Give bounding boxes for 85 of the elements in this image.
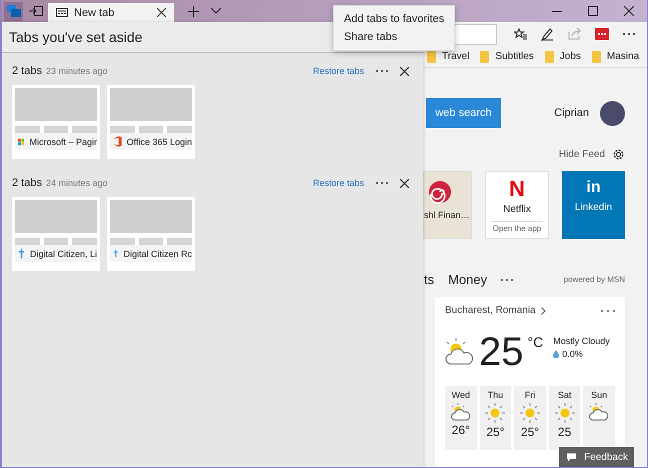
office-logo-icon bbox=[113, 136, 122, 147]
netflix-logo: N bbox=[509, 178, 525, 200]
tile-title: Netflix bbox=[503, 204, 531, 215]
day-temperature: 25 bbox=[558, 426, 572, 439]
favorite-folder[interactable]: Travel bbox=[427, 50, 470, 62]
tab-count: 2 tabs bbox=[12, 65, 42, 77]
temperature: 25 bbox=[479, 332, 524, 372]
new-tab-icon[interactable] bbox=[188, 6, 199, 16]
menu-item[interactable]: Share tabs bbox=[334, 28, 454, 46]
day-name: Sat bbox=[558, 390, 572, 400]
day-name: Fri bbox=[524, 390, 536, 400]
tab-thumbnail[interactable]: Digital Citizen Rc bbox=[107, 197, 195, 271]
tab-title: Digital Citizen Rc bbox=[123, 248, 192, 258]
cross-icon bbox=[18, 248, 25, 259]
sun-icon bbox=[485, 403, 506, 423]
tile-title: shl Finan… bbox=[424, 210, 470, 220]
close-tab-icon[interactable] bbox=[157, 8, 166, 17]
maximize-icon[interactable] bbox=[588, 6, 598, 16]
minimize-icon[interactable] bbox=[552, 10, 562, 12]
site-tile[interactable]: shl Finan… bbox=[423, 171, 472, 239]
tab-title: Digital Citizen, Li bbox=[30, 248, 97, 258]
time-ago: 24 minutes ago bbox=[46, 178, 108, 188]
windows-logo-icon bbox=[18, 136, 24, 146]
favorite-folder[interactable]: Subtitles bbox=[480, 50, 534, 62]
partly-cloudy-icon bbox=[589, 403, 610, 421]
comment-icon bbox=[567, 452, 576, 462]
folder-icon bbox=[592, 50, 601, 62]
browser-tab[interactable]: New tab bbox=[48, 3, 174, 22]
favorites-list-icon[interactable] bbox=[514, 28, 527, 40]
weather-condition: Mostly Cloudy bbox=[553, 336, 610, 346]
day-name: Thu bbox=[488, 390, 504, 400]
folder-icon bbox=[544, 50, 554, 62]
cross-icon bbox=[113, 248, 118, 259]
tab-thumbnail[interactable]: Digital Citizen, Li bbox=[12, 197, 100, 271]
menu-item[interactable]: Add tabs to favorites bbox=[334, 10, 454, 28]
raindrop-icon bbox=[553, 350, 560, 358]
web-search-button[interactable]: web search bbox=[426, 98, 501, 128]
chevron-icon[interactable] bbox=[211, 8, 221, 14]
tab-thumbnail[interactable]: Office 365 Login bbox=[107, 85, 195, 159]
user-name: Ciprian bbox=[554, 107, 589, 119]
close-icon[interactable] bbox=[400, 178, 409, 188]
avatar[interactable] bbox=[600, 100, 625, 126]
sun-icon bbox=[554, 403, 575, 423]
tab-count: 2 tabs bbox=[12, 177, 42, 189]
pen-icon[interactable] bbox=[541, 28, 554, 40]
chevron-right-icon[interactable] bbox=[540, 306, 546, 314]
tab-title: Office 365 Login bbox=[126, 136, 192, 146]
page-icon bbox=[56, 8, 68, 17]
site-tile[interactable]: N Netflix Open the app bbox=[485, 171, 549, 239]
panel-title: Tabs you've set aside bbox=[9, 29, 142, 45]
folder-icon bbox=[427, 50, 436, 62]
open-app-link[interactable]: Open the app bbox=[491, 221, 543, 233]
day-name: Sun bbox=[591, 390, 608, 400]
temperature-unit: °C bbox=[528, 334, 544, 350]
close-icon[interactable] bbox=[624, 6, 634, 16]
day-temperature: 26° bbox=[452, 424, 470, 437]
tab-title: New tab bbox=[74, 6, 116, 18]
favorite-folder[interactable]: Masina bbox=[592, 50, 640, 62]
restore-tabs-link[interactable]: Restore tabs bbox=[312, 178, 364, 188]
tile-title: Linkedin bbox=[574, 202, 612, 213]
feedback-button[interactable]: Feedback bbox=[559, 447, 634, 467]
partly-cloudy-icon bbox=[450, 403, 471, 421]
settings-icon[interactable] bbox=[612, 148, 625, 161]
tab-title: Microsoft – Pagir bbox=[29, 136, 97, 146]
extension-icon[interactable] bbox=[595, 28, 609, 40]
close-icon[interactable] bbox=[400, 66, 409, 76]
time-ago: 23 minutes ago bbox=[46, 66, 108, 76]
sun-icon bbox=[520, 403, 540, 423]
powered-by-label: powered by MSN bbox=[564, 275, 625, 284]
linkedin-logo: in bbox=[586, 179, 601, 197]
tab-thumbnail[interactable]: Microsoft – Pagir bbox=[12, 85, 100, 159]
day-temperature: 25° bbox=[520, 426, 540, 439]
spiral-icon bbox=[428, 180, 452, 204]
partly-cloudy-icon bbox=[445, 338, 475, 365]
hide-feed-link[interactable]: Hide Feed bbox=[558, 149, 605, 160]
day-name: Wed bbox=[452, 390, 470, 400]
feed-tab[interactable]: Money bbox=[448, 272, 488, 287]
site-tile[interactable]: in Linkedin bbox=[562, 171, 625, 239]
restore-tabs-link[interactable]: Restore tabs bbox=[312, 66, 364, 76]
feed-tab[interactable]: ts bbox=[424, 272, 434, 287]
favorite-folder[interactable]: Jobs bbox=[544, 50, 581, 62]
precipitation: 0.0% bbox=[562, 349, 583, 359]
day-temperature: 25° bbox=[486, 426, 504, 439]
folder-icon bbox=[480, 50, 490, 62]
weather-location[interactable]: Bucharest, Romania bbox=[445, 305, 536, 316]
